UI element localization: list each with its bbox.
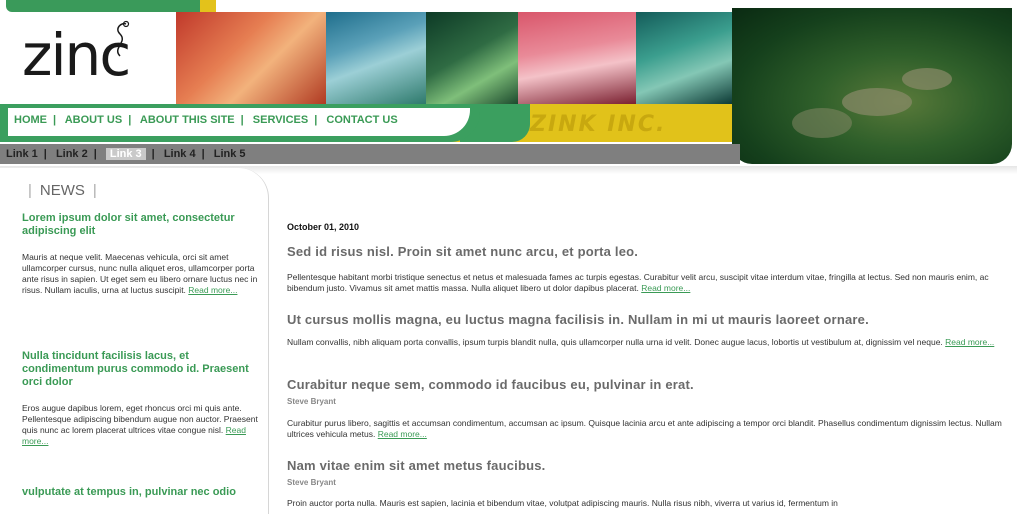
- read-more-link[interactable]: Read more...: [945, 337, 994, 347]
- header-photo: [636, 12, 732, 104]
- main-nav: HOME | ABOUT US | ABOUT THIS SITE | SERVICE…: [14, 114, 398, 126]
- article-body: Nullam convallis, nibh aliquam porta con…: [287, 337, 995, 347]
- read-more-link[interactable]: Read more...: [641, 283, 690, 293]
- article-title: Curabitur neque sem, commodo id faucibus…: [287, 377, 694, 392]
- logo-swirl-icon: [117, 20, 130, 57]
- sub-nav-link-1[interactable]: Link 1: [6, 148, 38, 160]
- article-body: Proin auctor porta nulla. Mauris est sap…: [287, 498, 838, 508]
- header-photo: [176, 12, 326, 104]
- brand-name: ZINK INC.: [530, 112, 667, 137]
- article-author: Steve Bryant: [287, 397, 336, 406]
- nav-about-this-site[interactable]: ABOUT THIS SITE: [140, 114, 235, 126]
- article-body: Curabitur purus libero, sagittis et accu…: [287, 418, 1002, 439]
- sub-nav-link-2[interactable]: Link 2: [56, 148, 88, 160]
- header-top-stripe: [0, 0, 730, 12]
- post-date: October 01, 2010: [287, 222, 360, 232]
- article-title: Nam vitae enim sit amet metus faucibus.: [287, 458, 546, 473]
- header-forest-photo: [732, 8, 1012, 164]
- nav-services[interactable]: SERVICES: [253, 114, 308, 126]
- sub-nav-link-4[interactable]: Link 4: [164, 148, 196, 160]
- news-title: | NEWS |: [28, 182, 97, 199]
- sub-nav-link-3[interactable]: Link 3: [105, 148, 146, 160]
- header-photo: [426, 12, 518, 104]
- header-photo: [326, 12, 426, 104]
- article-author: Steve Bryant: [287, 478, 336, 487]
- read-more-link[interactable]: Read more...: [378, 429, 427, 439]
- nav-about-us[interactable]: ABOUT US: [65, 114, 122, 126]
- article-title: Sed id risus nisl. Proin sit amet nunc a…: [287, 244, 639, 259]
- header-photo: [518, 12, 636, 104]
- nav-home[interactable]: HOME: [14, 114, 47, 126]
- article-body: Pellentesque habitant morbi tristique se…: [287, 272, 989, 293]
- news-item-heading[interactable]: Lorem ipsum dolor sit amet, consectetur …: [22, 212, 254, 238]
- news-item-body: Eros augue dapibus lorem, eget rhoncus o…: [22, 403, 258, 446]
- article-title: Ut cursus mollis magna, eu luctus magna …: [287, 312, 869, 327]
- news-item-heading[interactable]: vulputate at tempus in, pulvinar nec odi…: [22, 486, 254, 499]
- news-item-heading[interactable]: Nulla tincidunt facilisis lacus, et cond…: [22, 350, 254, 389]
- sub-nav-link-5[interactable]: Link 5: [214, 148, 246, 160]
- nav-contact-us[interactable]: CONTACT US: [326, 114, 397, 126]
- news-item-body: Mauris at neque velit. Maecenas vehicula…: [22, 252, 258, 295]
- sub-nav: Link 1 | Link 2 | Link 3 | Link 4 | Link 5: [6, 148, 246, 160]
- read-more-link[interactable]: Read more...: [188, 285, 237, 295]
